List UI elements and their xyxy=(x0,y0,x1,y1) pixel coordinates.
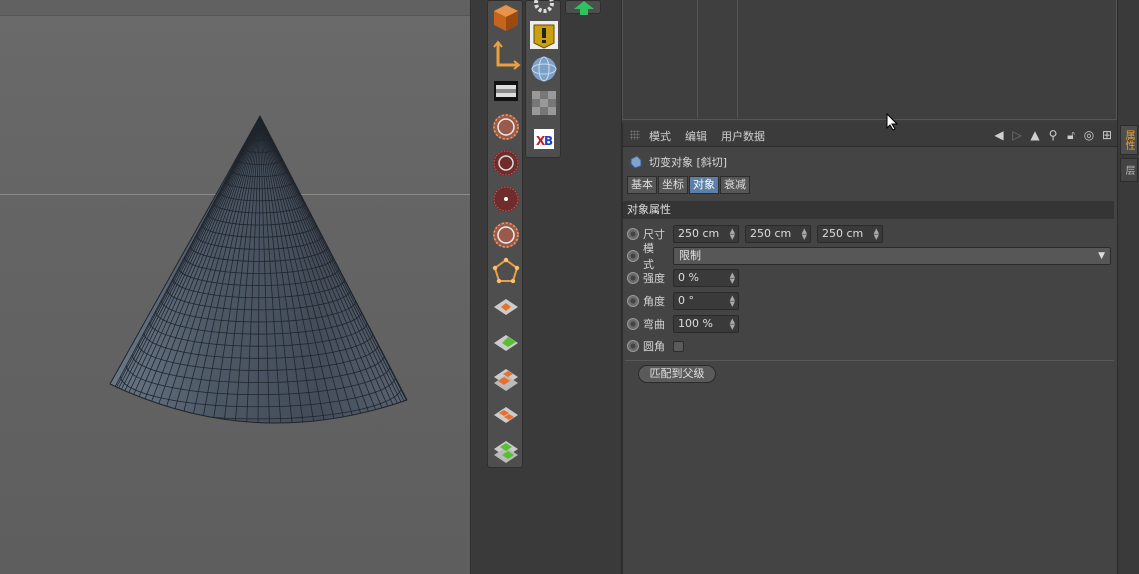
spinner-icon[interactable]: ▲ ▼ xyxy=(730,295,735,308)
attribute-tabs: 基本 坐标 对象 衰减 xyxy=(627,176,750,194)
checker-icon[interactable] xyxy=(528,87,560,119)
object-title-row: 切变对象 [斜切] xyxy=(629,153,727,171)
cone-object[interactable] xyxy=(100,108,410,428)
keyframe-dot-icon[interactable] xyxy=(627,228,639,240)
fillet-row: 圆角 xyxy=(627,336,684,356)
object-manager-panel[interactable] xyxy=(622,0,1117,120)
menu-edit[interactable]: 编辑 xyxy=(685,128,707,144)
back-arrow-icon[interactable]: ◀ xyxy=(992,127,1006,143)
spinner-icon[interactable]: ▲ ▼ xyxy=(802,228,807,241)
spinner-icon[interactable]: ▲ ▼ xyxy=(874,228,879,241)
column-separator xyxy=(737,0,738,118)
mode-value: 限制 xyxy=(679,249,701,262)
sphere-icon[interactable] xyxy=(528,53,560,85)
tab-falloff[interactable]: 衰减 xyxy=(720,176,750,194)
axis-icon[interactable] xyxy=(490,39,522,71)
grid-green-2-icon[interactable] xyxy=(490,435,522,467)
spinner-icon[interactable]: ▲ ▼ xyxy=(730,228,735,241)
mode-select[interactable]: 限制 ▼ xyxy=(673,247,1111,265)
size-z-field[interactable]: 250 cm ▲ ▼ xyxy=(817,225,883,243)
size-x-value: 250 cm xyxy=(678,227,720,240)
mouse-cursor-icon xyxy=(886,113,898,131)
keyframe-dot-icon[interactable] xyxy=(627,340,639,352)
keyframe-dot-icon[interactable] xyxy=(627,250,639,262)
keyframe-dot-icon[interactable] xyxy=(627,318,639,330)
keyframe-dot-icon[interactable] xyxy=(627,272,639,284)
column-separator xyxy=(697,0,698,118)
tool-column-secondary: XB xyxy=(525,0,561,158)
tool-column-primary xyxy=(487,0,523,468)
green-arrow-icon[interactable] xyxy=(568,0,600,15)
size-y-field[interactable]: 250 cm ▲ ▼ xyxy=(745,225,811,243)
fillet-checkbox[interactable] xyxy=(673,340,684,352)
drag-grip-icon[interactable] xyxy=(630,130,640,140)
svg-text:B: B xyxy=(544,134,553,148)
gradient-icon[interactable] xyxy=(490,75,522,107)
size-row: 尺寸 250 cm ▲ ▼ 250 cm ▲ ▼ 250 cm ▲ ▼ xyxy=(627,224,889,244)
shear-object-icon xyxy=(630,155,642,169)
curvature-label: 弯曲 xyxy=(643,318,665,331)
tab-layers[interactable]: 层 xyxy=(1120,158,1138,182)
grid-green-icon[interactable] xyxy=(490,327,522,359)
right-tab-rail: 属性 层 xyxy=(1117,0,1139,574)
3d-viewport[interactable] xyxy=(0,0,471,574)
fillet-label: 圆角 xyxy=(643,340,665,353)
strength-value: 0 % xyxy=(678,271,699,284)
menu-user-data[interactable]: 用户数据 xyxy=(721,128,765,144)
curvature-row: 弯曲 100 % ▲ ▼ xyxy=(627,314,745,334)
spinner-icon[interactable]: ▲ ▼ xyxy=(730,318,735,331)
tab-object[interactable]: 对象 xyxy=(689,176,719,194)
ring-icon[interactable] xyxy=(490,147,522,179)
angle-field[interactable]: 0 ° ▲ ▼ xyxy=(673,292,739,310)
tab-basic[interactable]: 基本 xyxy=(627,176,657,194)
radial-effector-icon[interactable] xyxy=(490,111,522,143)
attribute-toolbar: ◀ ▷ ▲ ⚲ 🔓︎ ◎ ⊞ xyxy=(992,126,1114,144)
gear-icon[interactable] xyxy=(528,0,560,19)
grid-orange-2-icon[interactable] xyxy=(490,363,522,395)
spline-icon[interactable] xyxy=(490,255,522,287)
angle-value: 0 ° xyxy=(678,294,694,307)
strength-field[interactable]: 0 % ▲ ▼ xyxy=(673,269,739,287)
match-to-parent-button[interactable]: 匹配到父级 xyxy=(638,365,716,383)
sphere-effector-icon[interactable] xyxy=(490,219,522,251)
curvature-field[interactable]: 100 % ▲ ▼ xyxy=(673,315,739,333)
object-title: 切变对象 [斜切] xyxy=(649,156,728,169)
strength-row: 强度 0 % ▲ ▼ xyxy=(627,268,745,288)
tool-column-tertiary xyxy=(565,0,601,15)
grid-orange-icon[interactable] xyxy=(490,291,522,323)
cube-icon[interactable] xyxy=(490,1,522,33)
cinema4d-window: XB 模式 编辑 用户数据 ◀ ▷ ▲ ⚲ 🔓︎ ◎ ⊞ 切变对象 [斜切] 基… xyxy=(0,0,1139,574)
new-panel-icon[interactable]: ⊞ xyxy=(1100,127,1114,143)
forward-arrow-icon[interactable]: ▷ xyxy=(1010,127,1024,143)
size-x-field[interactable]: 250 cm ▲ ▼ xyxy=(673,225,739,243)
search-icon[interactable]: ⚲ xyxy=(1046,127,1060,143)
curvature-value: 100 % xyxy=(678,317,713,330)
point-field-icon[interactable] xyxy=(490,183,522,215)
section-title: 对象属性 xyxy=(623,201,1114,219)
spinner-icon[interactable]: ▲ ▼ xyxy=(730,272,735,285)
angle-label: 角度 xyxy=(643,295,665,308)
lock-icon[interactable]: 🔓︎ xyxy=(1064,127,1078,143)
size-y-value: 250 cm xyxy=(750,227,792,240)
angle-row: 角度 0 ° ▲ ▼ xyxy=(627,291,745,311)
tab-attributes[interactable]: 属性 xyxy=(1120,125,1138,155)
strength-label: 强度 xyxy=(643,272,665,285)
divider xyxy=(625,360,1114,361)
attribute-menubar: 模式 编辑 用户数据 ◀ ▷ ▲ ⚲ 🔓︎ ◎ ⊞ xyxy=(623,123,1118,147)
up-arrow-icon[interactable]: ▲ xyxy=(1028,127,1042,143)
size-z-value: 250 cm xyxy=(822,227,864,240)
chevron-down-icon: ▼ xyxy=(1098,251,1105,261)
menu-mode[interactable]: 模式 xyxy=(649,128,671,144)
target-icon[interactable]: ◎ xyxy=(1082,127,1096,143)
mode-row: 模式 限制 ▼ xyxy=(627,242,1111,271)
keyframe-dot-icon[interactable] xyxy=(627,295,639,307)
warning-box-icon[interactable] xyxy=(528,19,560,51)
tab-coord[interactable]: 坐标 xyxy=(658,176,688,194)
grid-orange-3-icon[interactable] xyxy=(490,399,522,431)
attribute-manager: 模式 编辑 用户数据 ◀ ▷ ▲ ⚲ 🔓︎ ◎ ⊞ 切变对象 [斜切] 基本 坐… xyxy=(622,123,1118,574)
xb-node-icon[interactable]: XB xyxy=(528,123,560,155)
viewport-top-strip xyxy=(0,0,470,16)
